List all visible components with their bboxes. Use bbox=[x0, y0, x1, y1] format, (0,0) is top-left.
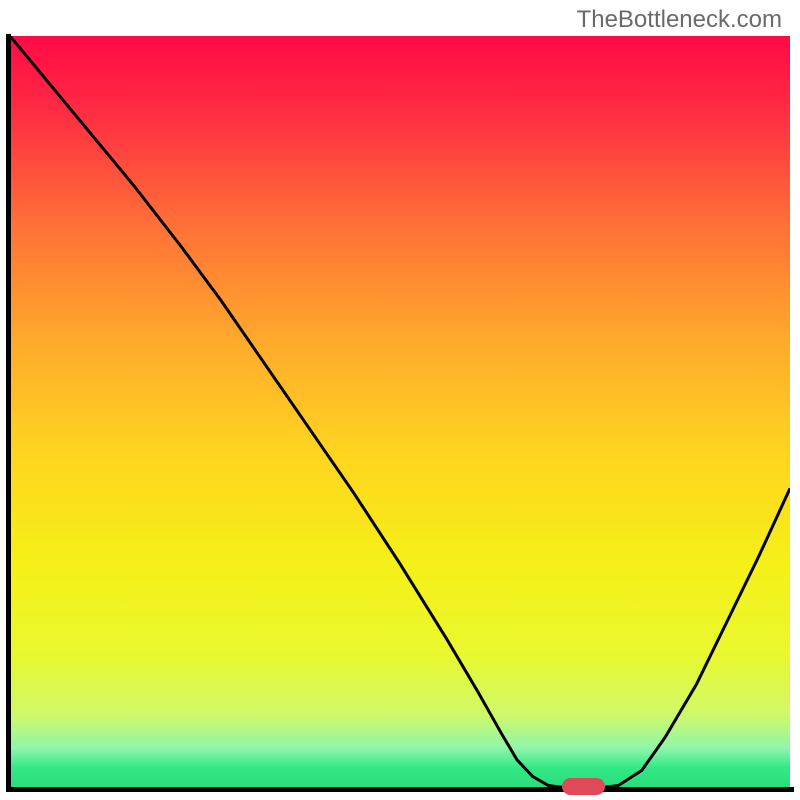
plot-svg bbox=[10, 36, 790, 790]
gradient-background bbox=[10, 36, 790, 790]
x-axis bbox=[6, 787, 794, 792]
y-axis bbox=[6, 34, 11, 792]
chart-frame bbox=[10, 36, 790, 790]
watermark-text: TheBottleneck.com bbox=[577, 6, 782, 34]
optimal-marker bbox=[562, 778, 605, 795]
